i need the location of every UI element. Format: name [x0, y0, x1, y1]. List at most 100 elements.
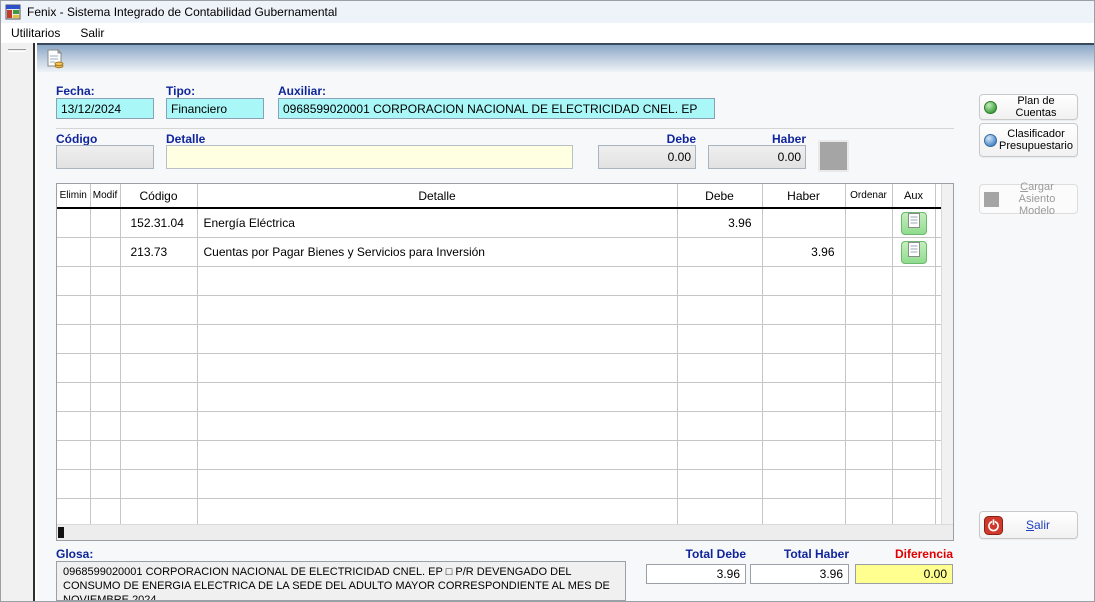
cell-modif[interactable]: [90, 411, 120, 440]
cell-modif[interactable]: [90, 208, 120, 237]
table-row: [57, 324, 941, 353]
table-row: 152.31.04Energía Eléctrica3.96: [57, 208, 941, 237]
cell-haber: [762, 411, 845, 440]
cell-modif[interactable]: [90, 353, 120, 382]
cell-aux: [892, 411, 935, 440]
cargar-asiento-modelo-button[interactable]: Cargar Asiento Modelo: [979, 184, 1078, 214]
cell-aux: [892, 498, 935, 527]
app-window: Fenix - Sistema Integrado de Contabilida…: [0, 0, 1095, 602]
cell-modif[interactable]: [90, 237, 120, 266]
cell-ordenar: [845, 266, 892, 295]
table-row: [57, 295, 941, 324]
debe-input[interactable]: 0.00: [598, 145, 696, 169]
cell-detalle: [197, 353, 677, 382]
cell-aux: [892, 295, 935, 324]
cell-debe: [677, 411, 762, 440]
cell-modif[interactable]: [90, 324, 120, 353]
cell-detalle: [197, 295, 677, 324]
table-row: [57, 440, 941, 469]
cell-modif[interactable]: [90, 295, 120, 324]
cell-aux: [892, 469, 935, 498]
add-entry-button[interactable]: [818, 140, 849, 172]
fecha-field[interactable]: 13/12/2024: [56, 98, 154, 119]
cell-elimin[interactable]: [57, 295, 90, 324]
cell-modif[interactable]: [90, 440, 120, 469]
cell-detalle: [197, 266, 677, 295]
menu-utilitarios[interactable]: Utilitarios: [1, 23, 70, 43]
table-row: [57, 382, 941, 411]
salir-label: Salir: [1003, 519, 1073, 531]
cell-elimin[interactable]: [57, 353, 90, 382]
col-codigo: Código: [120, 184, 197, 208]
salir-button[interactable]: Salir: [979, 511, 1078, 539]
cell-elimin[interactable]: [57, 469, 90, 498]
diferencia-label: Diferencia: [855, 547, 953, 561]
separator-line: [56, 128, 954, 129]
cell-detalle: Cuentas por Pagar Bienes y Servicios par…: [197, 237, 677, 266]
cell-modif[interactable]: [90, 266, 120, 295]
cell-modif[interactable]: [90, 469, 120, 498]
cell-debe: [677, 440, 762, 469]
cell-ordenar: [845, 411, 892, 440]
detalle-input[interactable]: [166, 145, 573, 169]
clasificador-presupuestario-button[interactable]: Clasificador Presupuestario: [979, 123, 1078, 157]
cell-detalle: [197, 498, 677, 527]
panel-grip[interactable]: [8, 49, 26, 52]
cell-aux: [892, 208, 935, 237]
cell-haber: [762, 353, 845, 382]
cell-codigo: [120, 266, 197, 295]
col-ordenar: Ordenar: [845, 184, 892, 208]
codigo-input[interactable]: [56, 145, 154, 169]
cell-codigo: [120, 411, 197, 440]
menu-salir[interactable]: Salir: [70, 23, 114, 43]
cell-elimin[interactable]: [57, 440, 90, 469]
cell-elimin[interactable]: [57, 266, 90, 295]
col-aux: Aux: [892, 184, 935, 208]
diferencia-field: 0.00: [855, 564, 953, 584]
cell-codigo: [120, 382, 197, 411]
vertical-scrollbar[interactable]: [941, 184, 953, 524]
table-row: [57, 353, 941, 382]
cell-debe: [677, 295, 762, 324]
fecha-label: Fecha:: [56, 84, 95, 98]
cell-elimin[interactable]: [57, 411, 90, 440]
horizontal-scrollbar[interactable]: [57, 524, 953, 540]
cell-codigo: [120, 440, 197, 469]
cell-ordenar: [845, 295, 892, 324]
auxiliar-field[interactable]: 0968599020001 CORPORACION NACIONAL DE EL…: [278, 98, 715, 119]
cell-elimin[interactable]: [57, 208, 90, 237]
total-haber-label: Total Haber: [750, 547, 849, 561]
cell-codigo: 152.31.04: [120, 208, 197, 237]
total-debe-field: 3.96: [646, 564, 746, 584]
aux-button[interactable]: [901, 212, 927, 235]
cell-aux: [892, 440, 935, 469]
cell-debe: [677, 353, 762, 382]
aux-button[interactable]: [901, 241, 927, 264]
table-row: [57, 266, 941, 295]
cell-debe: [677, 237, 762, 266]
cell-elimin[interactable]: [57, 324, 90, 353]
cell-modif[interactable]: [90, 498, 120, 527]
cell-modif[interactable]: [90, 382, 120, 411]
cell-elimin[interactable]: [57, 237, 90, 266]
window-title: Fenix - Sistema Integrado de Contabilida…: [27, 5, 337, 19]
plan-de-cuentas-button[interactable]: Plan de Cuentas: [979, 94, 1078, 120]
cell-codigo: [120, 324, 197, 353]
col-elimin: Elimin: [57, 184, 90, 208]
cell-elimin[interactable]: [57, 498, 90, 527]
cell-elimin[interactable]: [57, 382, 90, 411]
menu-bar: Utilitarios Salir: [1, 23, 1094, 43]
cell-codigo: [120, 469, 197, 498]
cell-debe: 3.96: [677, 208, 762, 237]
glosa-textarea[interactable]: 0968599020001 CORPORACION NACIONAL DE EL…: [56, 561, 626, 601]
cell-ordenar: [845, 208, 892, 237]
horizontal-scrollbar-thumb[interactable]: [58, 527, 64, 538]
tipo-field[interactable]: Financiero: [166, 98, 264, 119]
tipo-label: Tipo:: [166, 84, 195, 98]
cell-haber: [762, 498, 845, 527]
cell-debe: [677, 382, 762, 411]
new-entry-document-icon[interactable]: [45, 48, 67, 70]
entries-table: Elimin Modif Código Detalle Debe Haber O…: [56, 183, 954, 541]
cargar-line1: Cargar Asiento: [1001, 181, 1073, 205]
haber-input[interactable]: 0.00: [708, 145, 806, 169]
